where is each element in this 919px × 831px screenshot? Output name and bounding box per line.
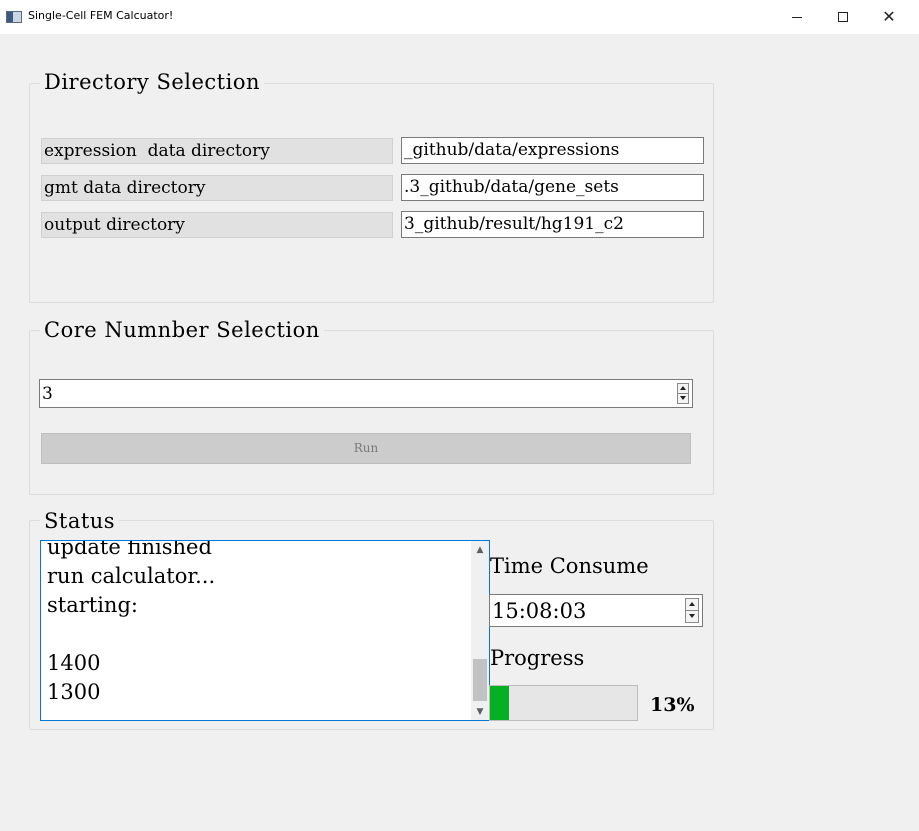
time-consume-arrows <box>685 598 699 623</box>
scroll-down-icon[interactable]: ▼ <box>471 703 489 720</box>
log-line: update finished <box>47 540 212 559</box>
core-number-arrows <box>677 383 689 404</box>
log-line: run calculator... <box>47 564 216 588</box>
chevron-down-icon <box>689 614 695 619</box>
output-dir-label: output directory <box>41 212 393 238</box>
output-dir-field[interactable]: 3_github/result/hg191_c2 <box>401 211 704 238</box>
status-log-text: update finished run calculator... starting… <box>47 540 216 707</box>
expression-dir-field[interactable]: _github/data/expressions <box>401 137 704 164</box>
app-icon <box>6 11 22 23</box>
core-number-spinbox[interactable]: 3 <box>39 379 693 408</box>
time-consume-value: 15:08:03 <box>492 599 587 623</box>
core-number-decrement[interactable] <box>678 394 688 404</box>
log-scrollbar[interactable]: ▲ ▼ <box>471 541 489 720</box>
chevron-up-icon <box>680 386 686 391</box>
run-button[interactable]: Run <box>41 433 691 464</box>
title-bar: Single-Cell FEM Calcuator! ✕ <box>0 0 919 34</box>
expression-dir-label: expression data directory <box>41 138 393 164</box>
maximize-button[interactable] <box>820 0 866 34</box>
core-selection-title: Core Numnber Selection <box>40 320 324 341</box>
status-log[interactable]: update finished run calculator... starting… <box>40 540 490 721</box>
status-title: Status <box>40 511 120 532</box>
gmt-dir-label: gmt data directory <box>41 175 393 201</box>
chevron-up-icon <box>689 602 695 607</box>
core-selection-group <box>29 330 714 495</box>
window-title: Single-Cell FEM Calcuator! <box>28 9 174 22</box>
close-button[interactable]: ✕ <box>866 0 912 34</box>
time-decrement[interactable] <box>686 611 698 623</box>
directory-selection-title: Directory Selection <box>40 72 264 93</box>
log-line: starting: <box>47 593 138 617</box>
progress-bar <box>489 685 638 721</box>
gmt-dir-field[interactable]: .3_github/data/gene_sets <box>401 174 704 201</box>
log-line: 1300 <box>47 680 101 704</box>
core-number-value: 3 <box>42 384 53 404</box>
progress-label: Progress <box>490 646 585 670</box>
time-consume-label: Time Consume <box>490 554 649 578</box>
log-line: 1400 <box>47 651 101 675</box>
time-consume-spinbox[interactable]: 15:08:03 <box>489 594 703 627</box>
close-icon: ✕ <box>882 7 896 26</box>
progress-bar-fill <box>490 686 510 720</box>
scroll-up-icon[interactable]: ▲ <box>471 541 489 558</box>
progress-percentage: 13% <box>650 694 695 716</box>
minimize-icon <box>792 16 802 18</box>
chevron-down-icon <box>680 396 686 401</box>
time-increment[interactable] <box>686 599 698 611</box>
minimize-button[interactable] <box>774 0 820 34</box>
core-number-increment[interactable] <box>678 384 688 394</box>
maximize-icon <box>838 12 848 22</box>
scroll-thumb[interactable] <box>473 659 487 701</box>
